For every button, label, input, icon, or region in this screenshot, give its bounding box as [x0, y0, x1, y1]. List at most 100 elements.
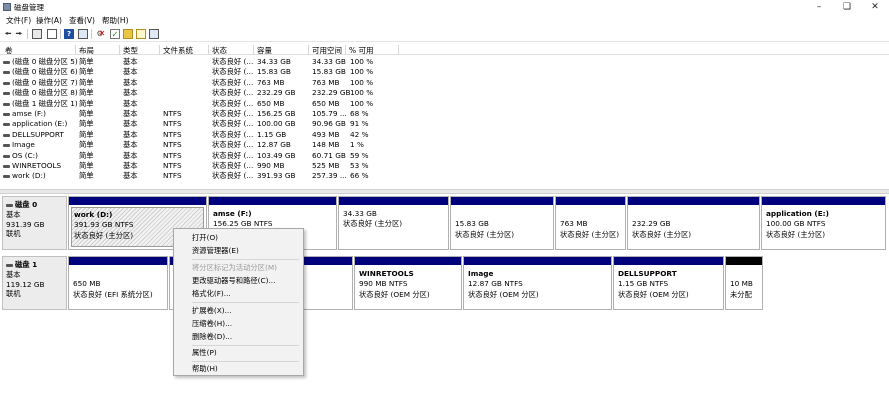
minimize-button[interactable]: – — [805, 0, 833, 14]
help-icon[interactable]: ? — [64, 29, 74, 39]
table-cell: 257.39 ... — [312, 171, 347, 181]
table-row[interactable]: WINRETOOLS 简单 基本 NTFS 状态良好 (... 990 MB 525 MB 5… — [0, 161, 889, 171]
menu-explorer[interactable]: 资源管理器(E) — [192, 246, 239, 256]
folder-icon[interactable] — [123, 29, 133, 39]
volume-icon — [3, 81, 10, 85]
col-status[interactable]: 状态 — [209, 45, 254, 55]
table-cell: 59 % — [350, 150, 369, 160]
table-row[interactable]: (磁盘 0 磁盘分区 7) 简单 基本 状态良好 (... 763 MB 763 MB 10… — [0, 78, 889, 88]
volume-icon — [3, 113, 10, 116]
volume-name-cell: Image — [12, 140, 35, 150]
table-cell: 90.96 GB — [312, 119, 346, 129]
properties-icon[interactable] — [47, 29, 57, 39]
table-row[interactable]: work (D:) 简单 基本 NTFS 状态良好 (... 391.93 GB 257.3… — [0, 171, 889, 181]
partition-winretools[interactable]: WINRETOOLS 990 MB NTFS 状态良好 (OEM 分区) — [354, 256, 462, 310]
disk-0-label[interactable]: 磁盘 0 基本 931.39 GB 联机 — [2, 196, 67, 250]
col-volume[interactable]: 卷 — [2, 45, 76, 55]
table-cell: 基本 — [123, 98, 138, 108]
col-filesystem[interactable]: 文件系统 — [160, 45, 209, 55]
table-cell: 简单 — [79, 129, 94, 139]
table-row[interactable]: (磁盘 0 磁盘分区 6) 简单 基本 状态良好 (... 15.83 GB 15.83 … — [0, 67, 889, 77]
menu-format[interactable]: 格式化(F)... — [192, 289, 231, 299]
volume-name-cell: (磁盘 0 磁盘分区 5) — [12, 57, 78, 66]
partition-efi[interactable]: 650 MB 状态良好 (EFI 系统分区) — [68, 256, 168, 310]
partition-disk0-6[interactable]: 15.83 GB 状态良好 (主分区) — [450, 196, 554, 250]
partition-application-e[interactable]: application (E:) 100.00 GB NTFS 状态良好 (主分… — [761, 196, 886, 250]
table-cell: 66 % — [350, 171, 369, 181]
table-cell: 60.71 GB — [312, 150, 346, 160]
table-row[interactable]: application (E:) 简单 基本 NTFS 状态良好 (... 100.00 … — [0, 119, 889, 129]
table-cell: 650 MB — [312, 98, 340, 108]
table-cell: 100 % — [350, 77, 374, 87]
col-layout[interactable]: 布局 — [76, 45, 120, 55]
disk-1-label[interactable]: 磁盘 1 基本 119.12 GB 联机 — [2, 256, 67, 310]
forward-arrow-icon[interactable]: 🠚 — [14, 29, 24, 39]
table-cell: 基本 — [123, 171, 138, 181]
table-cell: 简单 — [79, 67, 94, 77]
menu-action[interactable]: 操作(A) — [36, 15, 62, 26]
table-cell: 状态良好 (... — [212, 98, 254, 108]
menu-shrink-volume[interactable]: 压缩卷(H)... — [192, 319, 232, 329]
restore-button[interactable]: ❏ — [833, 0, 861, 14]
table-row[interactable]: Image 简单 基本 NTFS 状态良好 (... 12.87 GB 148 MB 1 % — [0, 140, 889, 150]
table-cell: 156.25 GB — [257, 109, 296, 118]
table-cell: 100 % — [350, 88, 374, 98]
check-icon[interactable]: ✓ — [110, 29, 120, 39]
table-cell: NTFS — [163, 109, 182, 118]
volume-icon — [3, 92, 10, 96]
partition-disk0-8[interactable]: 232.29 GB 状态良好 (主分区) — [627, 196, 760, 250]
new-icon[interactable] — [136, 29, 146, 39]
menu-change-drive-letter[interactable]: 更改驱动器号和路径(C)... — [192, 276, 275, 286]
console-tree-icon[interactable] — [32, 29, 42, 39]
table-cell: 391.93 GB — [257, 171, 296, 181]
unallocated-space[interactable]: 10 MB 未分配 — [725, 256, 763, 310]
menu-help-item[interactable]: 帮助(H) — [192, 364, 218, 374]
menu-extend-volume[interactable]: 扩展卷(X)... — [192, 306, 232, 316]
export-icon[interactable] — [149, 29, 159, 39]
partition-disk0-7[interactable]: 763 MB 状态良好 (主分区) — [555, 196, 626, 250]
table-cell: 简单 — [79, 171, 94, 181]
partition-disk0-5[interactable]: 34.33 GB 状态良好 (主分区) — [338, 196, 449, 250]
table-cell: 100.00 GB — [257, 119, 296, 129]
table-cell: 493 MB — [312, 129, 340, 139]
table-row[interactable]: OS (C:) 简单 基本 NTFS 状态良好 (... 103.49 GB 60.71 G… — [0, 151, 889, 161]
list-header: 卷 布局 类型 文件系统 状态 容量 可用空间 % 可用 — [0, 43, 889, 55]
table-cell: 91 % — [350, 119, 369, 129]
view-icon[interactable] — [78, 29, 88, 39]
menu-delete-volume[interactable]: 删除卷(D)... — [192, 332, 232, 342]
table-cell: 状态良好 (... — [212, 161, 254, 170]
col-type[interactable]: 类型 — [120, 45, 160, 55]
col-percent-free[interactable]: % 可用 — [346, 45, 399, 55]
menu-open[interactable]: 打开(O) — [192, 233, 218, 243]
volume-name-cell: (磁盘 1 磁盘分区 1) — [12, 98, 78, 108]
table-row[interactable]: (磁盘 1 磁盘分区 1) 简单 基本 状态良好 (... 650 MB 650 MB 10… — [0, 99, 889, 109]
table-row[interactable]: amse (F:) 简单 基本 NTFS 状态良好 (... 156.25 GB 105.7… — [0, 109, 889, 119]
volume-icon — [3, 123, 10, 127]
table-cell: 状态良好 (... — [212, 150, 254, 160]
table-cell: 100 % — [350, 57, 374, 66]
table-cell: 简单 — [79, 161, 94, 170]
table-row[interactable]: (磁盘 0 磁盘分区 8) 简单 基本 状态良好 (... 232.29 GB 232.2… — [0, 88, 889, 98]
table-cell: 42 % — [350, 129, 369, 139]
table-row[interactable]: (磁盘 0 磁盘分区 5) 简单 基本 状态良好 (... 34.33 GB 34.33 … — [0, 57, 889, 67]
volume-name-cell: amse (F:) — [12, 109, 46, 118]
menu-help[interactable]: 帮助(H) — [102, 15, 129, 26]
back-arrow-icon[interactable]: 🠘 — [3, 29, 13, 39]
table-cell: 15.83 GB — [257, 67, 291, 77]
disk-management-icon — [3, 3, 11, 11]
table-cell: 68 % — [350, 109, 369, 118]
delete-x-icon[interactable]: ✕ — [97, 29, 107, 39]
close-button[interactable]: ✕ — [861, 0, 889, 14]
col-free-space[interactable]: 可用空间 — [309, 45, 346, 55]
table-cell: 763 MB — [312, 77, 340, 87]
menu-file[interactable]: 文件(F) — [6, 15, 31, 26]
partition-dellsupport[interactable]: DELLSUPPORT 1.15 GB NTFS 状态良好 (OEM 分区) — [613, 256, 724, 310]
menu-properties[interactable]: 属性(P) — [192, 348, 217, 358]
col-capacity[interactable]: 容量 — [254, 45, 309, 55]
table-row[interactable]: DELLSUPPORT 简单 基本 NTFS 状态良好 (... 1.15 GB 493 M… — [0, 130, 889, 140]
menu-view[interactable]: 查看(V) — [69, 15, 95, 26]
table-cell: 1.15 GB — [257, 129, 287, 139]
menu-mark-active[interactable]: 将分区标记为活动分区(M) — [192, 263, 277, 273]
partition-image[interactable]: Image 12.87 GB NTFS 状态良好 (OEM 分区) — [463, 256, 612, 310]
disk-icon — [6, 203, 13, 207]
